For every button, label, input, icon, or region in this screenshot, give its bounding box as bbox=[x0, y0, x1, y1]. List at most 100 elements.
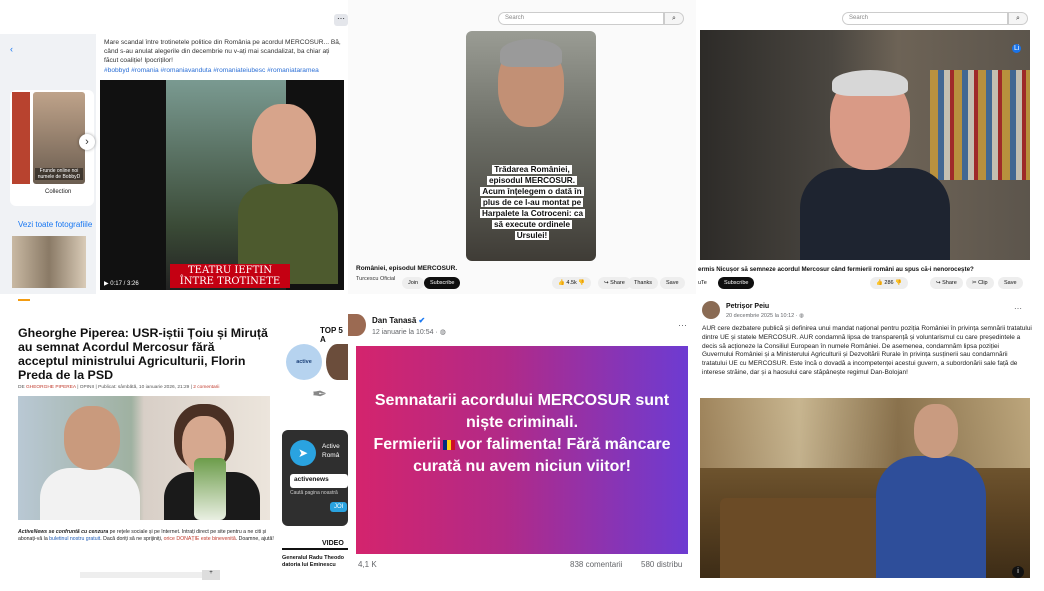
clip-button[interactable]: ✂ Clip bbox=[966, 277, 994, 289]
telegram-search-hint: Caută pagina noastră bbox=[290, 490, 338, 496]
photo-grid[interactable] bbox=[12, 236, 86, 288]
share-count[interactable]: 580 distribu bbox=[641, 560, 682, 569]
next-arrow-icon[interactable]: › bbox=[79, 134, 95, 150]
video-title[interactable]: ermis Nicușor să semneze acordul Mercosu… bbox=[698, 266, 974, 273]
avatar[interactable] bbox=[348, 314, 366, 336]
short-caption-text: Trădarea României, episodul MERCOSUR. Ac… bbox=[480, 165, 586, 240]
banner-text: Semnatarii acordului MERCOSUR sunt niște… bbox=[372, 390, 672, 478]
avatar[interactable] bbox=[702, 301, 720, 319]
avatar[interactable] bbox=[326, 344, 348, 380]
video-caption[interactable]: Generalul Radu Theodo datoria lui Emines… bbox=[282, 555, 348, 569]
share-button[interactable]: ↪ Share bbox=[598, 277, 631, 289]
youtube-short-panel: Search ⌕ Trădarea României, episodul MER… bbox=[348, 0, 696, 294]
youtube-video-panel: Search ⌕ Li ermis Nicușor să semneze aco… bbox=[696, 0, 1044, 294]
post-text: AUR cere dezbatere publică și definirea … bbox=[702, 325, 1032, 376]
meta-author[interactable]: GHEORGHE PIPEREA bbox=[26, 385, 76, 390]
post-image[interactable] bbox=[700, 398, 1030, 578]
share-icon: ↪ bbox=[936, 280, 941, 286]
newsletter-link[interactable]: buletinul nostru gratuit bbox=[49, 536, 100, 542]
meta-prefix: DE bbox=[18, 385, 25, 390]
video-player[interactable]: TEATRU IEFTIN ÎNTRE TROTINETE ▶ 0:17 / 3… bbox=[100, 80, 344, 290]
dislike-icon[interactable]: 👎 bbox=[895, 280, 902, 286]
thumbnail-caption: Frunde online noi numele de BobbyD bbox=[35, 168, 83, 180]
meta-category[interactable]: OPINII bbox=[80, 385, 94, 390]
hashtags[interactable]: #bobbyd #romania #romaniavanduta #romani… bbox=[104, 67, 344, 74]
dislike-icon[interactable]: 👎 bbox=[578, 280, 585, 286]
post-date-text[interactable]: 20 decembrie 2025 la 10:12 · bbox=[726, 313, 799, 319]
join-button[interactable]: Join bbox=[402, 277, 425, 289]
accent-bar bbox=[18, 299, 30, 301]
telegram-icon: ➤ bbox=[290, 440, 316, 466]
like-button[interactable]: 👍 286 👎 bbox=[870, 277, 908, 289]
ellipsis-icon[interactable]: ⋯ bbox=[334, 14, 348, 26]
chamber-background bbox=[700, 398, 1030, 468]
like-button[interactable]: 👍 4.5k 👎 bbox=[552, 277, 592, 289]
video-title[interactable]: României, episodul MERCOSUR. bbox=[356, 265, 457, 272]
short-caption: Trădarea României, episodul MERCOSUR. Ac… bbox=[480, 164, 586, 241]
feather-icon: ✒ bbox=[312, 384, 328, 404]
facebook-text-post-panel: Petrișor Peiu 20 decembrie 2025 la 10:12… bbox=[696, 294, 1044, 591]
divider bbox=[282, 548, 348, 550]
reaction-count[interactable]: 4,1 K bbox=[358, 560, 377, 569]
play-icon[interactable]: ▶ bbox=[104, 281, 109, 287]
person-figure bbox=[876, 456, 986, 578]
globe-icon: ◍ bbox=[439, 329, 446, 336]
post-date[interactable]: 20 decembrie 2025 la 10:12 · ◍ bbox=[726, 313, 804, 319]
leeks bbox=[194, 458, 226, 520]
person-figure bbox=[800, 168, 950, 260]
search-icon[interactable]: ⌕ bbox=[1008, 12, 1028, 25]
meta-comments[interactable]: 2 comentarii bbox=[193, 385, 219, 390]
person-hair bbox=[832, 70, 908, 96]
post-text: Mare scandal între trotinetele politice … bbox=[104, 39, 341, 64]
disclaimer-text: . Doamne, ajută! bbox=[235, 536, 274, 542]
search-input[interactable]: Search bbox=[842, 12, 1008, 25]
share-label: Share bbox=[942, 280, 957, 286]
meta-date: Publicat: sâmbătă, 10 ianuarie 2026, 21:… bbox=[98, 385, 190, 390]
see-all-photos-link[interactable]: Vezi toate fotografiile bbox=[18, 220, 92, 229]
search-input[interactable]: Search bbox=[498, 12, 664, 25]
channel-name[interactable]: Turcescu Oficial bbox=[356, 276, 395, 282]
short-video[interactable]: Trădarea României, episodul MERCOSUR. Ac… bbox=[466, 31, 596, 261]
donation-link[interactable]: orice DONAȚIE este binevenită bbox=[164, 536, 236, 542]
post-date[interactable]: 12 ianuarie la 10:54 · ◍ bbox=[372, 328, 446, 336]
save-button[interactable]: Save bbox=[998, 277, 1023, 289]
telegram-join-button[interactable]: JOI bbox=[330, 502, 348, 512]
post-image[interactable]: Semnatarii acordului MERCOSUR sunt niște… bbox=[356, 346, 688, 554]
author-name[interactable]: Dan Tanasă bbox=[372, 316, 416, 325]
info-icon[interactable]: i bbox=[1012, 566, 1024, 578]
like-icon: 👍 bbox=[558, 280, 565, 286]
search-icon[interactable]: ⌕ bbox=[664, 12, 684, 25]
person-face bbox=[64, 406, 120, 470]
subscribe-button[interactable]: Subscribe bbox=[424, 277, 461, 289]
person-face bbox=[252, 104, 316, 184]
ellipsis-icon[interactable]: ⋯ bbox=[678, 320, 687, 331]
thanks-button[interactable]: Thanks bbox=[628, 277, 659, 289]
facebook-image-post-panel: Dan Tanasă ✔ 12 ianuarie la 10:54 · ◍ ⋯ … bbox=[348, 294, 696, 591]
article-photo bbox=[18, 396, 270, 520]
like-count: 286 bbox=[884, 280, 894, 286]
share-button[interactable]: ↪ Share bbox=[930, 277, 963, 289]
video-controls[interactable]: ▶ 0:17 / 3:26 bbox=[100, 278, 344, 290]
verified-badge-icon: ✔ bbox=[418, 316, 426, 325]
collection-thumbnail[interactable]: Frunde online noi numele de BobbyD bbox=[33, 92, 85, 184]
post-author[interactable]: Petrișor Peiu bbox=[726, 303, 769, 310]
channel-name[interactable]: uTe bbox=[696, 277, 709, 289]
scissors-icon: ✂ bbox=[972, 280, 977, 286]
collection-thumbnail[interactable] bbox=[12, 92, 30, 184]
save-button[interactable]: Save bbox=[660, 277, 685, 289]
post-date-text[interactable]: 12 ianuarie la 10:54 · bbox=[372, 329, 440, 336]
video-section-title: VIDEO bbox=[322, 540, 344, 547]
like-count: 4.5k bbox=[566, 280, 577, 286]
activenews-logo[interactable]: active bbox=[286, 344, 322, 380]
back-chevron-icon[interactable]: ‹ bbox=[10, 44, 13, 54]
article-headline[interactable]: Gheorghe Piperea: USR-iștii Țoiu și Miru… bbox=[18, 326, 268, 382]
ellipsis-icon[interactable]: ⋯ bbox=[1014, 304, 1022, 313]
horizontal-scrollbar[interactable] bbox=[80, 572, 220, 578]
video-player[interactable] bbox=[700, 30, 1030, 260]
post-author[interactable]: Dan Tanasă ✔ bbox=[372, 316, 425, 325]
censorship-disclaimer: ActiveNews se confruntă cu cenzura pe re… bbox=[18, 529, 274, 543]
subscribe-button[interactable]: Subscribe bbox=[718, 277, 755, 289]
video-time: 0:17 / 3:26 bbox=[110, 281, 139, 287]
plus-icon[interactable]: + bbox=[202, 570, 220, 580]
comment-count[interactable]: 838 comentarii bbox=[570, 560, 622, 569]
